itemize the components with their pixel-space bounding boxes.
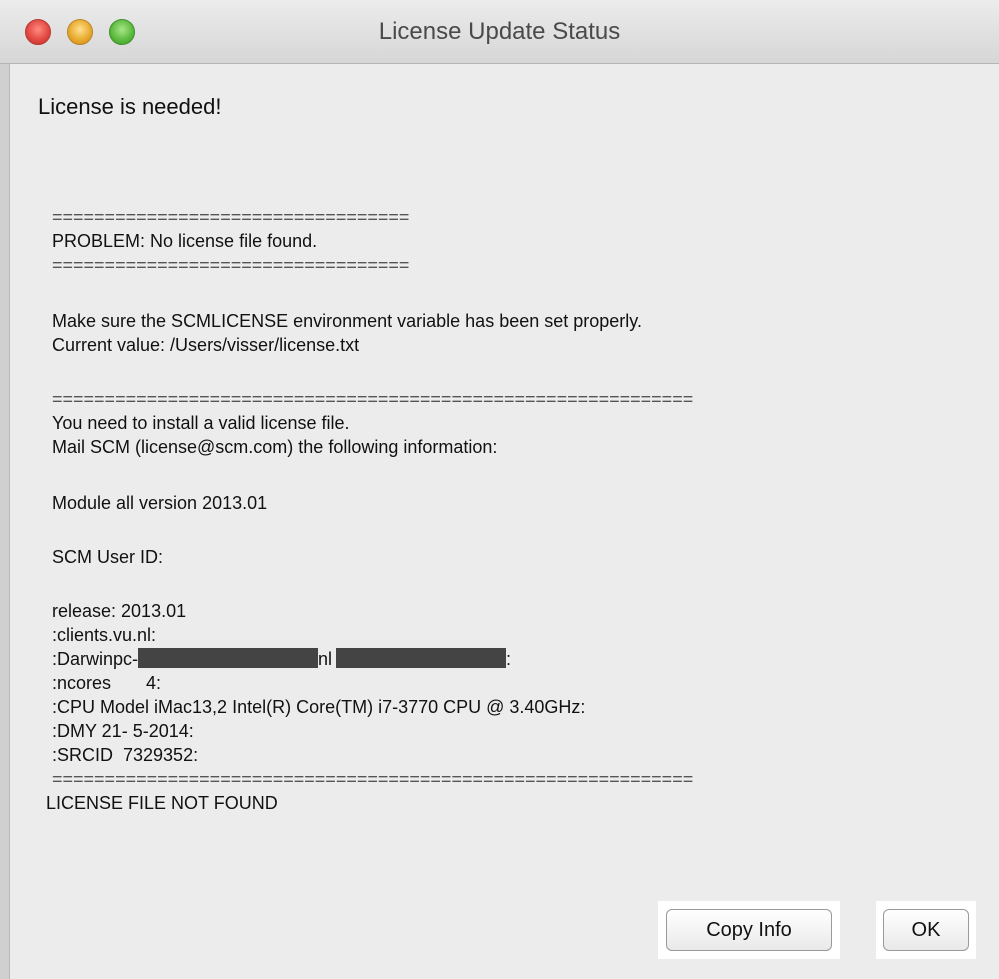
separator-line: ================================== <box>52 207 410 227</box>
license-headline: License is needed! <box>38 94 222 119</box>
cpu-model-text: :CPU Model iMac13,2 Intel(R) Core(TM) i7… <box>52 697 586 717</box>
env-variable-text: Make sure the SCMLICENSE environment var… <box>52 311 642 331</box>
hostname-suffix: : <box>506 649 512 669</box>
hostname-line: :Darwinpc-nl: <box>52 648 511 670</box>
license-not-found-text: LICENSE FILE NOT FOUND <box>46 793 278 813</box>
redacted-block <box>336 648 507 668</box>
hostname-mid: nl <box>318 649 333 669</box>
install-license-text: You need to install a valid license file… <box>52 413 350 433</box>
redacted-block <box>138 648 319 668</box>
ncores-text: :ncores 4: <box>52 673 162 693</box>
ok-button[interactable]: OK <box>883 909 969 951</box>
separator-line: ========================================… <box>52 389 694 409</box>
problem-text: PROBLEM: No license file found. <box>52 231 318 251</box>
hostname-prefix: :Darwinpc- <box>52 649 139 669</box>
clients-text: :clients.vu.nl: <box>52 625 157 645</box>
user-id-text: SCM User ID: <box>52 547 164 567</box>
separator-line: ================================== <box>52 255 410 275</box>
release-text: release: 2013.01 <box>52 601 187 621</box>
current-value-text: Current value: /Users/visser/license.txt <box>52 335 360 355</box>
dialog-content: License is needed! =====================… <box>10 64 999 979</box>
license-update-status-window: License Update Status License is needed!… <box>0 0 999 979</box>
module-version-text: Module all version 2013.01 <box>52 493 268 513</box>
window-left-edge <box>0 64 10 979</box>
mail-scm-text: Mail SCM (license@scm.com) the following… <box>52 437 498 457</box>
copy-info-button[interactable]: Copy Info <box>666 909 832 951</box>
dmy-text: :DMY 21- 5-2014: <box>52 721 194 741</box>
separator-line: ========================================… <box>52 769 694 789</box>
srcid-text: :SRCID 7329352: <box>52 745 199 765</box>
title-bar[interactable]: License Update Status <box>0 0 999 64</box>
window-title: License Update Status <box>378 18 621 45</box>
